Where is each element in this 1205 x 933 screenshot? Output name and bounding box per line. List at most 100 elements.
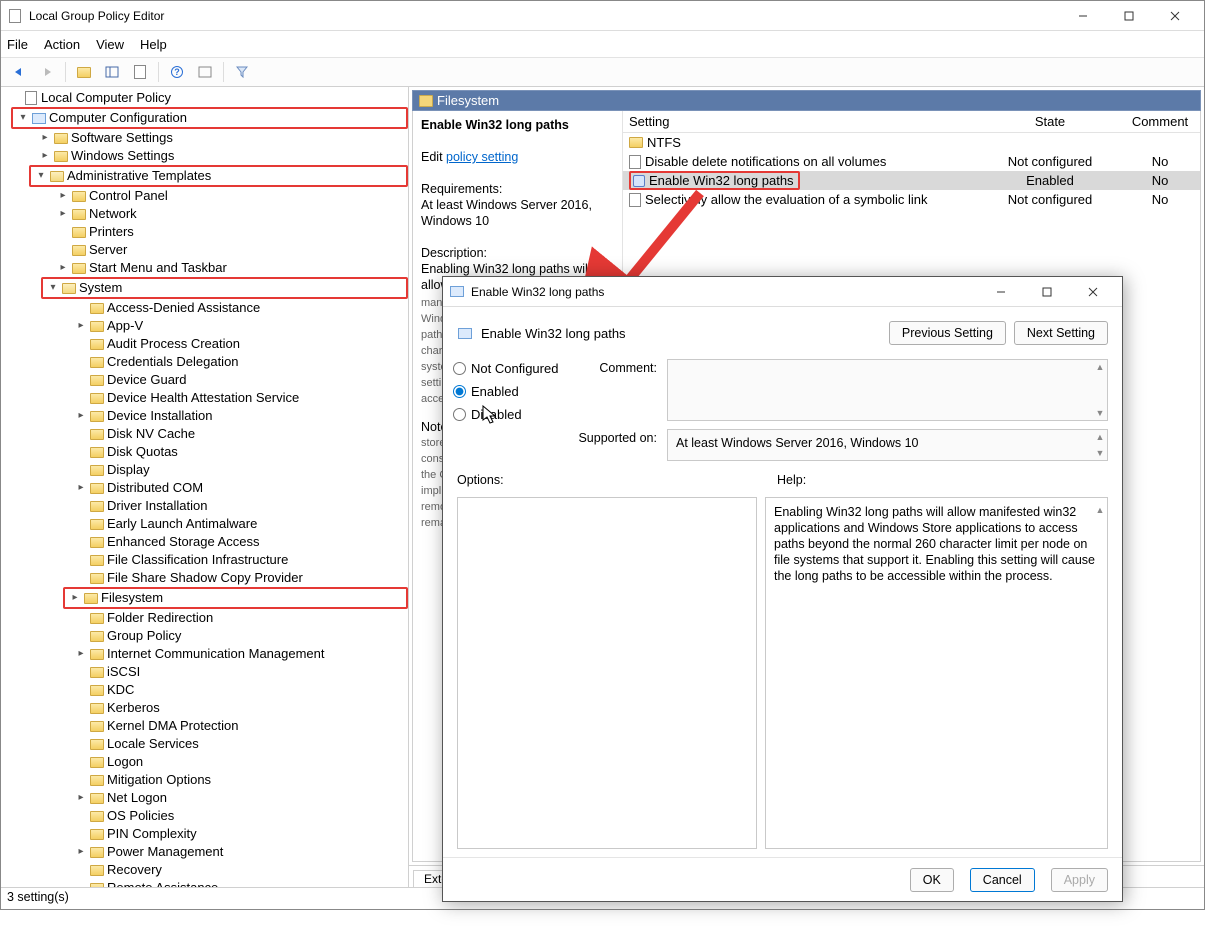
tree-item[interactable]: iSCSI [107,663,140,681]
up-button[interactable] [72,60,96,84]
tree-item[interactable]: Access-Denied Assistance [107,299,260,317]
tree-item[interactable]: App-V [107,317,143,335]
tree-root[interactable]: Local Computer Policy [41,89,171,107]
menu-file[interactable]: File [7,37,28,52]
chevron-down-icon[interactable]: ▾ [45,279,61,297]
radio-not-configured[interactable]: Not Configured [453,361,563,376]
tree-item[interactable]: PIN Complexity [107,825,197,843]
tree-item[interactable]: Device Health Attestation Service [107,389,299,407]
tree-item[interactable]: Remote Assistance [107,879,218,887]
dialog-maximize-button[interactable] [1024,278,1070,306]
tree-item[interactable]: Disk NV Cache [107,425,195,443]
tree-item[interactable]: File Classification Infrastructure [107,551,288,569]
close-button[interactable] [1152,2,1198,30]
tree-item[interactable]: Power Management [107,843,223,861]
menu-help[interactable]: Help [140,37,167,52]
chevron-down-icon[interactable]: ▾ [15,109,31,127]
tree-network[interactable]: Network [89,205,137,223]
help-pane[interactable]: Enabling Win32 long paths will allow man… [765,497,1108,849]
chevron-right-icon[interactable]: ▸ [55,187,71,205]
tree-computer-configuration[interactable]: Computer Configuration [49,109,187,127]
list-row[interactable]: Selectively allow the evaluation of a sy… [623,190,1200,209]
gear-icon [633,175,645,187]
tree-item[interactable]: Mitigation Options [107,771,211,789]
comment-textbox[interactable]: ▲▼ [667,359,1108,421]
tree-item[interactable]: Internet Communication Management [107,645,325,663]
dialog-minimize-button[interactable] [978,278,1024,306]
app-icon [7,8,23,24]
chevron-right-icon[interactable]: ▸ [37,129,53,147]
tree-printers[interactable]: Printers [89,223,134,241]
chevron-right-icon[interactable]: ▸ [67,589,83,607]
tree-item[interactable]: Group Policy [107,627,181,645]
list-row[interactable]: NTFS [623,133,1200,152]
help-button[interactable]: ? [165,60,189,84]
tree-item[interactable]: Kerberos [107,699,160,717]
tree-software-settings[interactable]: Software Settings [71,129,173,147]
col-state[interactable]: State [980,114,1120,129]
list-row[interactable]: Enable Win32 long pathsEnabledNo [623,171,1200,190]
tree-item[interactable]: Locale Services [107,735,199,753]
tree-item[interactable]: File Share Shadow Copy Provider [107,569,303,587]
menu-view[interactable]: View [96,37,124,52]
tree-item[interactable]: Display [107,461,150,479]
export-button[interactable] [128,60,152,84]
col-setting[interactable]: Setting [623,114,980,129]
col-comment[interactable]: Comment [1120,114,1200,129]
tree-item[interactable]: Audit Process Creation [107,335,240,353]
previous-setting-button[interactable]: Previous Setting [889,321,1006,345]
next-setting-button[interactable]: Next Setting [1014,321,1108,345]
filter-button[interactable] [230,60,254,84]
tree-item[interactable]: Device Guard [107,371,186,389]
chevron-right-icon[interactable]: ▸ [73,789,89,807]
minimize-button[interactable] [1060,2,1106,30]
dialog-close-button[interactable] [1070,278,1116,306]
options-pane[interactable] [457,497,757,849]
tree-item[interactable]: KDC [107,681,134,699]
chevron-right-icon[interactable]: ▸ [37,147,53,165]
chevron-right-icon[interactable]: ▸ [73,407,89,425]
tree-control-panel[interactable]: Control Panel [89,187,168,205]
maximize-button[interactable] [1106,2,1152,30]
tree-item[interactable]: OS Policies [107,807,174,825]
chevron-right-icon[interactable]: ▸ [73,317,89,335]
radio-disabled[interactable]: Disabled [453,407,563,422]
properties-button[interactable] [193,60,217,84]
forward-button[interactable] [35,60,59,84]
tree-item[interactable]: Net Logon [107,789,167,807]
edit-policy-link[interactable]: policy setting [446,150,518,164]
tree-system[interactable]: System [79,279,122,297]
tree-item[interactable]: Enhanced Storage Access [107,533,260,551]
tree-item[interactable]: Logon [107,753,143,771]
ok-button[interactable]: OK [910,868,954,892]
chevron-right-icon[interactable]: ▸ [73,479,89,497]
tree-admin-templates[interactable]: Administrative Templates [67,167,211,185]
window-title: Local Group Policy Editor [29,9,164,23]
chevron-right-icon[interactable]: ▸ [55,205,71,223]
tree-item[interactable]: Distributed COM [107,479,203,497]
tree-item[interactable]: Kernel DMA Protection [107,717,239,735]
chevron-right-icon[interactable]: ▸ [73,843,89,861]
chevron-down-icon[interactable]: ▾ [33,167,49,185]
cancel-button[interactable]: Cancel [970,868,1035,892]
back-button[interactable] [7,60,31,84]
tree-item[interactable]: Driver Installation [107,497,207,515]
tree-item[interactable]: Disk Quotas [107,443,178,461]
tree-item[interactable]: Recovery [107,861,162,879]
tree-item[interactable]: Device Installation [107,407,213,425]
tree-server[interactable]: Server [89,241,127,259]
toggle-tree-button[interactable] [100,60,124,84]
tree-pane[interactable]: Local Computer Policy ▾ Computer Configur… [1,87,409,887]
list-row[interactable]: Disable delete notifications on all volu… [623,152,1200,171]
chevron-right-icon[interactable]: ▸ [73,645,89,663]
menu-action[interactable]: Action [44,37,80,52]
radio-enabled[interactable]: Enabled [453,384,563,399]
tree-item[interactable]: Early Launch Antimalware [107,515,257,533]
chevron-right-icon[interactable]: ▸ [55,259,71,277]
tree-item[interactable]: Filesystem [101,589,163,607]
tree-windows-settings[interactable]: Windows Settings [71,147,174,165]
apply-button[interactable]: Apply [1051,868,1108,892]
tree-start-menu[interactable]: Start Menu and Taskbar [89,259,227,277]
tree-item[interactable]: Credentials Delegation [107,353,239,371]
tree-item[interactable]: Folder Redirection [107,609,213,627]
